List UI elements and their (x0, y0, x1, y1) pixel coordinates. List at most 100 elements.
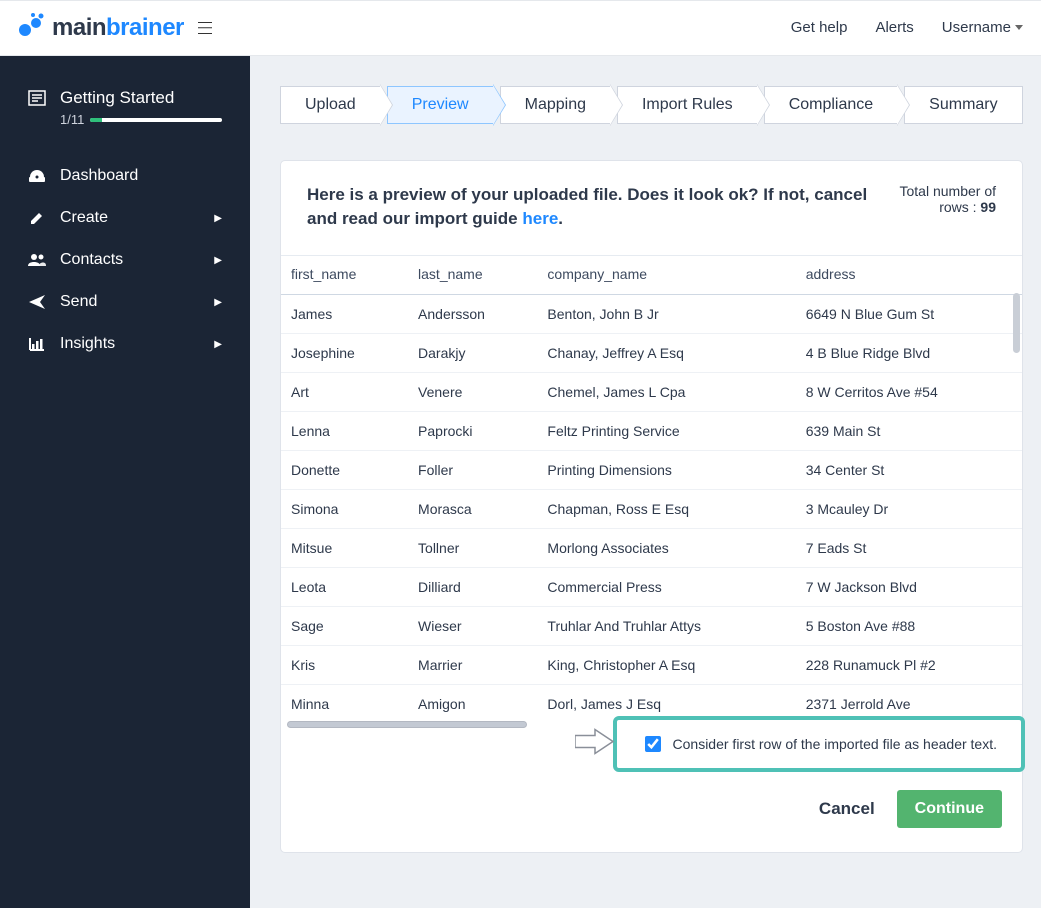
table-cell: 4 B Blue Ridge Blvd (796, 333, 1022, 372)
sidebar-item-send[interactable]: Send ▶ (0, 281, 250, 323)
wizard-step-mapping[interactable]: Mapping (500, 86, 611, 124)
header-row-checkbox-label: Consider first row of the imported file … (673, 736, 997, 752)
table-cell: Commercial Press (537, 567, 795, 606)
wizard-step-import-rules[interactable]: Import Rules (617, 86, 758, 124)
wizard-step-preview[interactable]: Preview (387, 86, 494, 124)
table-row: MitsueTollnerMorlong Associates7 Eads St (281, 528, 1022, 567)
table-cell: Paprocki (408, 411, 537, 450)
table-cell: Andersson (408, 294, 537, 333)
brand-text: mainbrainer (52, 14, 184, 42)
table-cell: Truhlar And Truhlar Attys (537, 606, 795, 645)
table-cell: Dorl, James J Esq (537, 684, 795, 715)
table-cell: Printing Dimensions (537, 450, 795, 489)
table-row: ArtVenereChemel, James L Cpa8 W Cerritos… (281, 372, 1022, 411)
column-header: last_name (408, 255, 537, 294)
table-cell: Art (281, 372, 408, 411)
scrollbar-horizontal[interactable] (287, 721, 527, 728)
table-cell: Chemel, James L Cpa (537, 372, 795, 411)
table-cell: Dilliard (408, 567, 537, 606)
wizard-step-upload[interactable]: Upload (280, 86, 381, 124)
preview-table: first_namelast_namecompany_nameaddress J… (281, 255, 1022, 715)
table-cell: 7 W Jackson Blvd (796, 567, 1022, 606)
table-cell: Venere (408, 372, 537, 411)
table-row: MinnaAmigonDorl, James J Esq2371 Jerrold… (281, 684, 1022, 715)
wizard-step-compliance[interactable]: Compliance (764, 86, 898, 124)
sidebar-item-create[interactable]: Create▶ (0, 197, 250, 239)
header-row-option-highlight: Consider first row of the imported file … (613, 716, 1025, 772)
column-header: company_name (537, 255, 795, 294)
cancel-button[interactable]: Cancel (819, 799, 875, 819)
table-row: JosephineDarakjyChanay, Jeffrey A Esq4 B… (281, 333, 1022, 372)
table-row: JamesAnderssonBenton, John B Jr6649 N Bl… (281, 294, 1022, 333)
user-menu[interactable]: Username (942, 19, 1023, 36)
sidebar-item-dashboard[interactable]: Dashboard (0, 155, 250, 197)
chevron-right-icon: ▶ (214, 255, 222, 266)
table-row: LennaPaprockiFeltz Printing Service639 M… (281, 411, 1022, 450)
send-icon (28, 294, 46, 310)
pencil-icon (28, 210, 46, 226)
table-cell: Sage (281, 606, 408, 645)
table-cell: Morasca (408, 489, 537, 528)
sidebar-item-label: Contacts (60, 251, 123, 269)
table-row: LeotaDilliardCommercial Press7 W Jackson… (281, 567, 1022, 606)
get-help-link[interactable]: Get help (791, 19, 848, 36)
total-rows-label: Total number of rows : 99 (888, 183, 996, 231)
table-cell: 6649 N Blue Gum St (796, 294, 1022, 333)
scrollbar-vertical[interactable] (1013, 293, 1020, 353)
sidebar-item-label: Create (60, 209, 108, 227)
newspaper-icon (28, 90, 46, 106)
table-cell: 2371 Jerrold Ave (796, 684, 1022, 715)
table-cell: Chanay, Jeffrey A Esq (537, 333, 795, 372)
header-row-checkbox[interactable] (645, 736, 661, 752)
column-header: address (796, 255, 1022, 294)
table-cell: Leota (281, 567, 408, 606)
chart-icon (28, 337, 46, 351)
panel-heading: Here is a preview of your uploaded file.… (307, 183, 868, 231)
chevron-down-icon (1015, 25, 1023, 30)
table-row: SimonaMorascaChapman, Ross E Esq3 Mcaule… (281, 489, 1022, 528)
sidebar: Getting Started 1/11 DashboardCreate▶Con… (0, 56, 250, 908)
table-cell: King, Christopher A Esq (537, 645, 795, 684)
table-cell: 5 Boston Ave #88 (796, 606, 1022, 645)
table-cell: Tollner (408, 528, 537, 567)
table-cell: Lenna (281, 411, 408, 450)
table-cell: Simona (281, 489, 408, 528)
table-cell: Minna (281, 684, 408, 715)
progress-label: 1/11 (60, 112, 84, 127)
table-cell: Mitsue (281, 528, 408, 567)
column-header: first_name (281, 255, 408, 294)
table-cell: 7 Eads St (796, 528, 1022, 567)
sidebar-item-insights[interactable]: Insights▶ (0, 323, 250, 365)
preview-panel: Here is a preview of your uploaded file.… (280, 160, 1023, 853)
table-cell: 639 Main St (796, 411, 1022, 450)
table-cell: 34 Center St (796, 450, 1022, 489)
table-cell: Feltz Printing Service (537, 411, 795, 450)
chevron-right-icon: ▶ (214, 297, 222, 308)
wizard-steps: UploadPreviewMappingImport RulesComplian… (280, 86, 1023, 124)
table-cell: Marrier (408, 645, 537, 684)
alerts-link[interactable]: Alerts (875, 19, 913, 36)
table-cell: Wieser (408, 606, 537, 645)
table-cell: 8 W Cerritos Ave #54 (796, 372, 1022, 411)
topbar: mainbrainer Get help Alerts Username (0, 0, 1041, 56)
progress-bar (90, 118, 222, 122)
sidebar-item-contacts[interactable]: Contacts ▶ (0, 239, 250, 281)
table-cell: Kris (281, 645, 408, 684)
wizard-step-summary[interactable]: Summary (904, 86, 1022, 124)
brand-logo[interactable]: mainbrainer (18, 12, 184, 43)
table-cell: Benton, John B Jr (537, 294, 795, 333)
table-row: KrisMarrierKing, Christopher A Esq228 Ru… (281, 645, 1022, 684)
callout-arrow-icon (575, 726, 615, 761)
sidebar-item-label: Dashboard (60, 167, 138, 185)
menu-toggle-icon[interactable] (198, 22, 212, 34)
table-cell: 3 Mcauley Dr (796, 489, 1022, 528)
sidebar-item-getting-started[interactable]: Getting Started 1/11 (0, 78, 250, 137)
chevron-right-icon: ▶ (214, 339, 222, 350)
logo-icon (18, 12, 46, 43)
gauge-icon (28, 168, 46, 184)
import-guide-link[interactable]: here (522, 209, 558, 228)
continue-button[interactable]: Continue (897, 790, 1002, 828)
table-row: SageWieserTruhlar And Truhlar Attys5 Bos… (281, 606, 1022, 645)
table-cell: Donette (281, 450, 408, 489)
sidebar-item-label: Send (60, 293, 97, 311)
